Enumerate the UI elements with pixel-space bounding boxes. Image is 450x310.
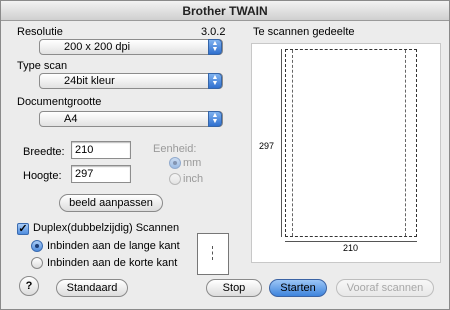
duplex-short-edge-radio[interactable]	[31, 257, 43, 269]
document-size-value: A4	[64, 113, 78, 125]
start-button[interactable]: Starten	[269, 279, 327, 297]
unit-mm-label: mm	[183, 157, 202, 169]
duplex-short-edge-label: Inbinden aan de korte kant	[47, 257, 178, 269]
scan-type-value: 24bit kleur	[64, 75, 115, 87]
resolution-select[interactable]: 200 x 200 dpi ▲ ▼	[39, 39, 223, 55]
scan-type-select[interactable]: 24bit kleur ▲ ▼	[39, 73, 223, 89]
duplex-long-edge-radio[interactable]	[31, 240, 43, 252]
unit-mm-radio[interactable]	[169, 157, 181, 169]
version-label: 3.0.2	[201, 26, 226, 38]
document-size-label: Documentgrootte	[17, 96, 102, 108]
width-field[interactable]: 210	[71, 141, 131, 159]
duplex-long-edge-label: Inbinden aan de lange kant	[47, 240, 180, 252]
popup-arrows-icon: ▲ ▼	[208, 73, 222, 89]
preview-width-value: 210	[343, 243, 359, 253]
height-dimension-line	[281, 49, 282, 237]
scan-type-label: Type scan	[17, 60, 68, 72]
duplex-label: Duplex(dubbelzijdig) Scannen	[33, 222, 180, 234]
prescan-button[interactable]: Vooraf scannen	[336, 279, 434, 297]
unit-inch-label: inch	[183, 173, 204, 185]
brother-twain-dialog: Brother TWAIN Resolutie 3.0.2 200 x 200 …	[0, 0, 450, 310]
duplex-binding-icon	[197, 233, 229, 275]
preview-height-value: 297	[259, 141, 275, 151]
preview-label: Te scannen gedeelte	[253, 26, 355, 38]
fit-image-button[interactable]: beeld aanpassen	[59, 194, 163, 212]
resolution-value: 200 x 200 dpi	[64, 41, 131, 53]
unit-label: Eenheid:	[153, 143, 197, 155]
duplex-checkbox[interactable]: ✓	[17, 223, 29, 235]
popup-arrows-icon: ▲ ▼	[208, 111, 222, 127]
width-dimension-line	[285, 241, 417, 242]
resolution-label: Resolutie	[17, 26, 63, 38]
height-field[interactable]: 297	[71, 165, 131, 183]
default-button[interactable]: Standaard	[56, 279, 128, 297]
scan-area-marquee[interactable]	[285, 49, 417, 237]
document-size-select[interactable]: A4 ▲ ▼	[39, 111, 223, 127]
height-label: Hoogte:	[23, 170, 62, 182]
popup-arrows-icon: ▲ ▼	[208, 39, 222, 55]
width-label: Breedte:	[23, 146, 65, 158]
window-title: Brother TWAIN	[1, 1, 449, 21]
stop-button[interactable]: Stop	[206, 279, 262, 297]
unit-inch-radio[interactable]	[169, 173, 181, 185]
help-button[interactable]: ?	[19, 276, 39, 296]
